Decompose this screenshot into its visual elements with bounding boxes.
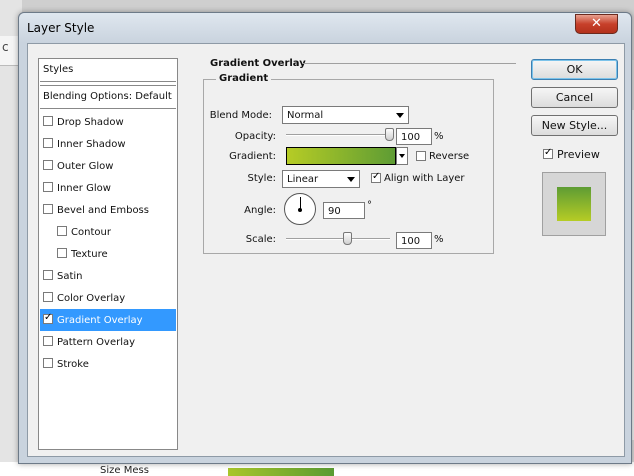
reverse-checkbox[interactable]	[416, 151, 426, 161]
style-item-checkbox[interactable]	[43, 292, 53, 302]
close-button[interactable]: ✕	[575, 14, 618, 34]
angle-input[interactable]: 90	[323, 202, 365, 219]
blend-mode-select[interactable]: Normal	[282, 106, 409, 124]
dialog-title: Layer Style	[27, 21, 95, 35]
style-item-label: Inner Glow	[57, 183, 111, 194]
style-item-checkbox[interactable]	[43, 182, 53, 192]
scale-slider-thumb[interactable]	[343, 232, 353, 245]
style-item-checkbox[interactable]	[43, 358, 53, 368]
style-item-label: Drop Shadow	[57, 117, 124, 128]
preview-checkbox[interactable]	[543, 147, 553, 159]
style-item[interactable]: Bevel and Emboss	[40, 199, 176, 221]
blending-options-item[interactable]: Blending Options: Default	[40, 85, 176, 109]
scale-input[interactable]: 100	[396, 232, 432, 249]
style-item-label: Bevel and Emboss	[57, 205, 149, 216]
style-item-label: Gradient Overlay	[57, 315, 143, 326]
style-item[interactable]: Gradient Overlay	[40, 309, 176, 331]
styles-list: Styles Blending Options: Default Drop Sh…	[38, 58, 178, 450]
style-item-checkbox[interactable]	[43, 160, 53, 170]
chevron-down-icon	[347, 177, 355, 182]
layer-style-dialog: Layer Style ✕ Styles Blending Options: D…	[18, 12, 632, 464]
style-item-label: Satin	[57, 271, 83, 282]
style-item-label: Texture	[71, 249, 108, 260]
angle-dial[interactable]	[284, 193, 316, 225]
align-with-layer-checkbox[interactable]	[371, 171, 381, 183]
style-item-checkbox[interactable]	[43, 270, 53, 280]
opacity-slider-track[interactable]	[286, 134, 390, 136]
cancel-button[interactable]: Cancel	[531, 87, 618, 108]
blend-mode-value: Normal	[287, 110, 324, 121]
background-bottom-text: Size Mess	[100, 465, 149, 476]
preview-swatch	[557, 187, 591, 221]
opacity-slider-thumb[interactable]	[385, 128, 394, 141]
style-item-checkbox[interactable]	[43, 204, 53, 214]
angle-dial-center	[298, 208, 302, 212]
scale-unit: %	[434, 234, 444, 245]
opacity-input[interactable]: 100	[396, 128, 432, 145]
opacity-label: Opacity:	[234, 131, 276, 142]
section-title: Gradient Overlay	[210, 58, 306, 69]
blend-mode-label: Blend Mode:	[209, 110, 272, 121]
style-item[interactable]: Inner Shadow	[40, 133, 176, 155]
style-item-label: Color Overlay	[57, 293, 126, 304]
style-item[interactable]: Satin	[40, 265, 176, 287]
preview-box	[542, 172, 606, 236]
style-item-checkbox[interactable]	[57, 226, 67, 236]
title-bar[interactable]: Layer Style ✕	[19, 13, 631, 43]
preview-label[interactable]: Preview	[557, 148, 600, 161]
style-item-checkbox[interactable]	[43, 138, 53, 148]
scale-slider-track[interactable]	[286, 238, 390, 240]
styles-list-header[interactable]: Styles	[40, 60, 176, 82]
style-item-checkbox[interactable]	[57, 248, 67, 258]
style-item-label: Inner Shadow	[57, 139, 126, 150]
style-item[interactable]: Pattern Overlay	[40, 331, 176, 353]
background-fragment-glyph: c	[2, 40, 9, 54]
style-select[interactable]: Linear	[282, 170, 360, 188]
background-gradient-preview	[228, 468, 334, 476]
chevron-down-icon	[396, 113, 404, 118]
reverse-label[interactable]: Reverse	[429, 151, 469, 162]
style-item[interactable]: Drop Shadow	[40, 111, 176, 133]
style-item-checkbox[interactable]	[43, 336, 53, 346]
style-item[interactable]: Inner Glow	[40, 177, 176, 199]
style-item-checkbox[interactable]	[43, 312, 53, 324]
style-item[interactable]: Stroke	[40, 353, 176, 375]
style-value: Linear	[287, 174, 319, 185]
style-item[interactable]: Outer Glow	[40, 155, 176, 177]
style-item-label: Contour	[71, 227, 111, 238]
style-item-checkbox[interactable]	[43, 116, 53, 126]
dialog-content: Styles Blending Options: Default Drop Sh…	[27, 43, 625, 457]
ok-button[interactable]: OK	[531, 59, 618, 80]
align-with-layer-label[interactable]: Align with Layer	[384, 173, 465, 184]
style-item-label: Stroke	[57, 359, 89, 370]
gradient-group-title: Gradient	[216, 73, 272, 84]
new-style-button[interactable]: New Style...	[531, 115, 618, 136]
angle-unit: °	[367, 200, 372, 211]
style-item[interactable]: Contour	[40, 221, 176, 243]
style-item[interactable]: Texture	[40, 243, 176, 265]
style-item-label: Pattern Overlay	[57, 337, 136, 348]
gradient-dropdown-button[interactable]	[396, 147, 408, 165]
section-divider	[302, 63, 516, 64]
angle-label: Angle:	[244, 205, 276, 216]
gradient-picker-swatch[interactable]	[286, 147, 396, 165]
style-item-label: Outer Glow	[57, 161, 114, 172]
scale-label: Scale:	[245, 234, 276, 245]
gradient-label: Gradient:	[229, 151, 276, 162]
style-label: Style:	[247, 173, 277, 184]
style-item[interactable]: Color Overlay	[40, 287, 176, 309]
opacity-unit: %	[434, 131, 444, 142]
